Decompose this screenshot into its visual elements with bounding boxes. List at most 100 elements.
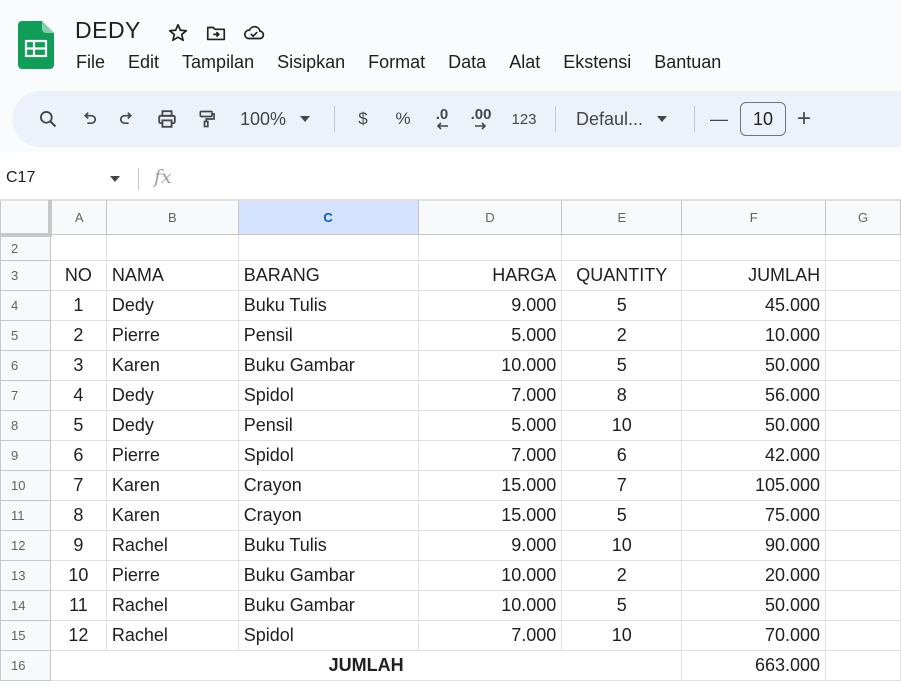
- row-header[interactable]: 5: [0, 320, 51, 351]
- cell[interactable]: [825, 620, 901, 651]
- total-value-cell[interactable]: 663.000: [681, 650, 827, 681]
- cell-jumlah[interactable]: 42.000: [681, 440, 827, 471]
- row-header[interactable]: 4: [0, 290, 51, 321]
- cell-barang[interactable]: Buku Gambar: [237, 590, 419, 621]
- sheets-logo-icon[interactable]: [18, 21, 54, 69]
- cell-barang[interactable]: BARANG: [237, 260, 419, 291]
- cell-nama[interactable]: Pierre: [105, 440, 239, 471]
- row-header[interactable]: 14: [0, 590, 51, 621]
- cell-nama[interactable]: Dedy: [105, 410, 239, 441]
- decrease-decimal-button[interactable]: .0: [423, 101, 461, 137]
- cell-no[interactable]: 7: [49, 470, 107, 501]
- cell-barang[interactable]: Buku Gambar: [237, 560, 419, 591]
- cell[interactable]: [825, 650, 901, 681]
- search-icon[interactable]: [28, 101, 68, 137]
- row-header[interactable]: 16: [0, 650, 51, 681]
- cell[interactable]: [825, 320, 901, 351]
- cell-nama[interactable]: Pierre: [105, 560, 239, 591]
- row-header[interactable]: 6: [0, 350, 51, 381]
- row-header[interactable]: 13: [0, 560, 51, 591]
- row-header[interactable]: 12: [0, 530, 51, 561]
- cell[interactable]: [825, 590, 901, 621]
- cell-nama[interactable]: [105, 234, 239, 261]
- cell-quantity[interactable]: 6: [561, 440, 683, 471]
- cell-quantity[interactable]: 7: [561, 470, 683, 501]
- cell-quantity[interactable]: 10: [561, 530, 683, 561]
- cell-jumlah[interactable]: 90.000: [681, 530, 827, 561]
- cell-jumlah[interactable]: 50.000: [681, 590, 827, 621]
- cell-harga[interactable]: 7.000: [417, 380, 563, 411]
- cell-quantity[interactable]: 10: [561, 620, 683, 651]
- column-header-d[interactable]: D: [417, 200, 563, 235]
- cell-no[interactable]: 4: [49, 380, 107, 411]
- cell-no[interactable]: 5: [49, 410, 107, 441]
- cell-harga[interactable]: 10.000: [417, 350, 563, 381]
- chevron-down-icon[interactable]: [110, 176, 120, 182]
- cell[interactable]: [825, 440, 901, 471]
- zoom-select[interactable]: 100%: [226, 101, 326, 137]
- cell-harga[interactable]: 10.000: [417, 590, 563, 621]
- paint-format-icon[interactable]: [188, 101, 226, 137]
- cell-barang[interactable]: Crayon: [237, 470, 419, 501]
- menu-help[interactable]: Bantuan: [654, 51, 721, 73]
- cell-quantity[interactable]: 5: [561, 590, 683, 621]
- cell-nama[interactable]: Pierre: [105, 320, 239, 351]
- menu-extensions[interactable]: Ekstensi: [563, 51, 631, 73]
- cell-barang[interactable]: Spidol: [237, 380, 419, 411]
- cell[interactable]: [825, 234, 901, 261]
- row-header[interactable]: 3: [0, 260, 51, 291]
- cell-jumlah[interactable]: [681, 234, 827, 261]
- cell[interactable]: [825, 380, 901, 411]
- column-header-b[interactable]: B: [105, 200, 239, 235]
- cell-harga[interactable]: 10.000: [417, 560, 563, 591]
- cell-jumlah[interactable]: 105.000: [681, 470, 827, 501]
- cell-no[interactable]: [49, 234, 107, 261]
- cell-harga[interactable]: HARGA: [417, 260, 563, 291]
- cell-no[interactable]: NO: [49, 260, 107, 291]
- cell-jumlah[interactable]: 20.000: [681, 560, 827, 591]
- cell-no[interactable]: 9: [49, 530, 107, 561]
- increase-font-size-button[interactable]: +: [791, 101, 817, 137]
- row-header[interactable]: 10: [0, 470, 51, 501]
- cell-barang[interactable]: Buku Tulis: [237, 290, 419, 321]
- cell[interactable]: [825, 560, 901, 591]
- cell-harga[interactable]: 7.000: [417, 620, 563, 651]
- move-to-folder-icon[interactable]: [204, 21, 228, 45]
- cell-jumlah[interactable]: 10.000: [681, 320, 827, 351]
- cell-quantity[interactable]: QUANTITY: [561, 260, 683, 291]
- cell-jumlah[interactable]: 56.000: [681, 380, 827, 411]
- cell[interactable]: [825, 260, 901, 291]
- cell-barang[interactable]: Spidol: [237, 440, 419, 471]
- menu-insert[interactable]: Sisipkan: [277, 51, 345, 73]
- percent-format-button[interactable]: %: [383, 101, 423, 137]
- cell-barang[interactable]: Crayon: [237, 500, 419, 531]
- cell-barang[interactable]: Buku Gambar: [237, 350, 419, 381]
- more-formats-button[interactable]: 123: [501, 101, 547, 137]
- cell-quantity[interactable]: 5: [561, 290, 683, 321]
- cell-quantity[interactable]: 2: [561, 560, 683, 591]
- cell-quantity[interactable]: 8: [561, 380, 683, 411]
- column-header-f[interactable]: F: [681, 200, 827, 235]
- cell-nama[interactable]: Rachel: [105, 530, 239, 561]
- cell-no[interactable]: 11: [49, 590, 107, 621]
- cell-no[interactable]: 12: [49, 620, 107, 651]
- cell-nama[interactable]: NAMA: [105, 260, 239, 291]
- star-icon[interactable]: [166, 21, 190, 45]
- redo-icon[interactable]: [108, 101, 146, 137]
- font-size-field[interactable]: 10: [735, 101, 791, 137]
- menu-data[interactable]: Data: [448, 51, 486, 73]
- row-header[interactable]: 15: [0, 620, 51, 651]
- cell[interactable]: [825, 470, 901, 501]
- cell-harga[interactable]: [417, 234, 563, 261]
- cell-jumlah[interactable]: 50.000: [681, 410, 827, 441]
- cell-jumlah[interactable]: 50.000: [681, 350, 827, 381]
- select-all-corner[interactable]: [0, 200, 53, 237]
- menu-edit[interactable]: Edit: [128, 51, 159, 73]
- formula-input[interactable]: [190, 168, 890, 190]
- cell-nama[interactable]: Rachel: [105, 620, 239, 651]
- decrease-font-size-button[interactable]: —: [703, 101, 735, 137]
- cell-harga[interactable]: 5.000: [417, 320, 563, 351]
- row-header[interactable]: 8: [0, 410, 51, 441]
- menu-file[interactable]: File: [76, 51, 105, 73]
- cell-jumlah[interactable]: JUMLAH: [681, 260, 827, 291]
